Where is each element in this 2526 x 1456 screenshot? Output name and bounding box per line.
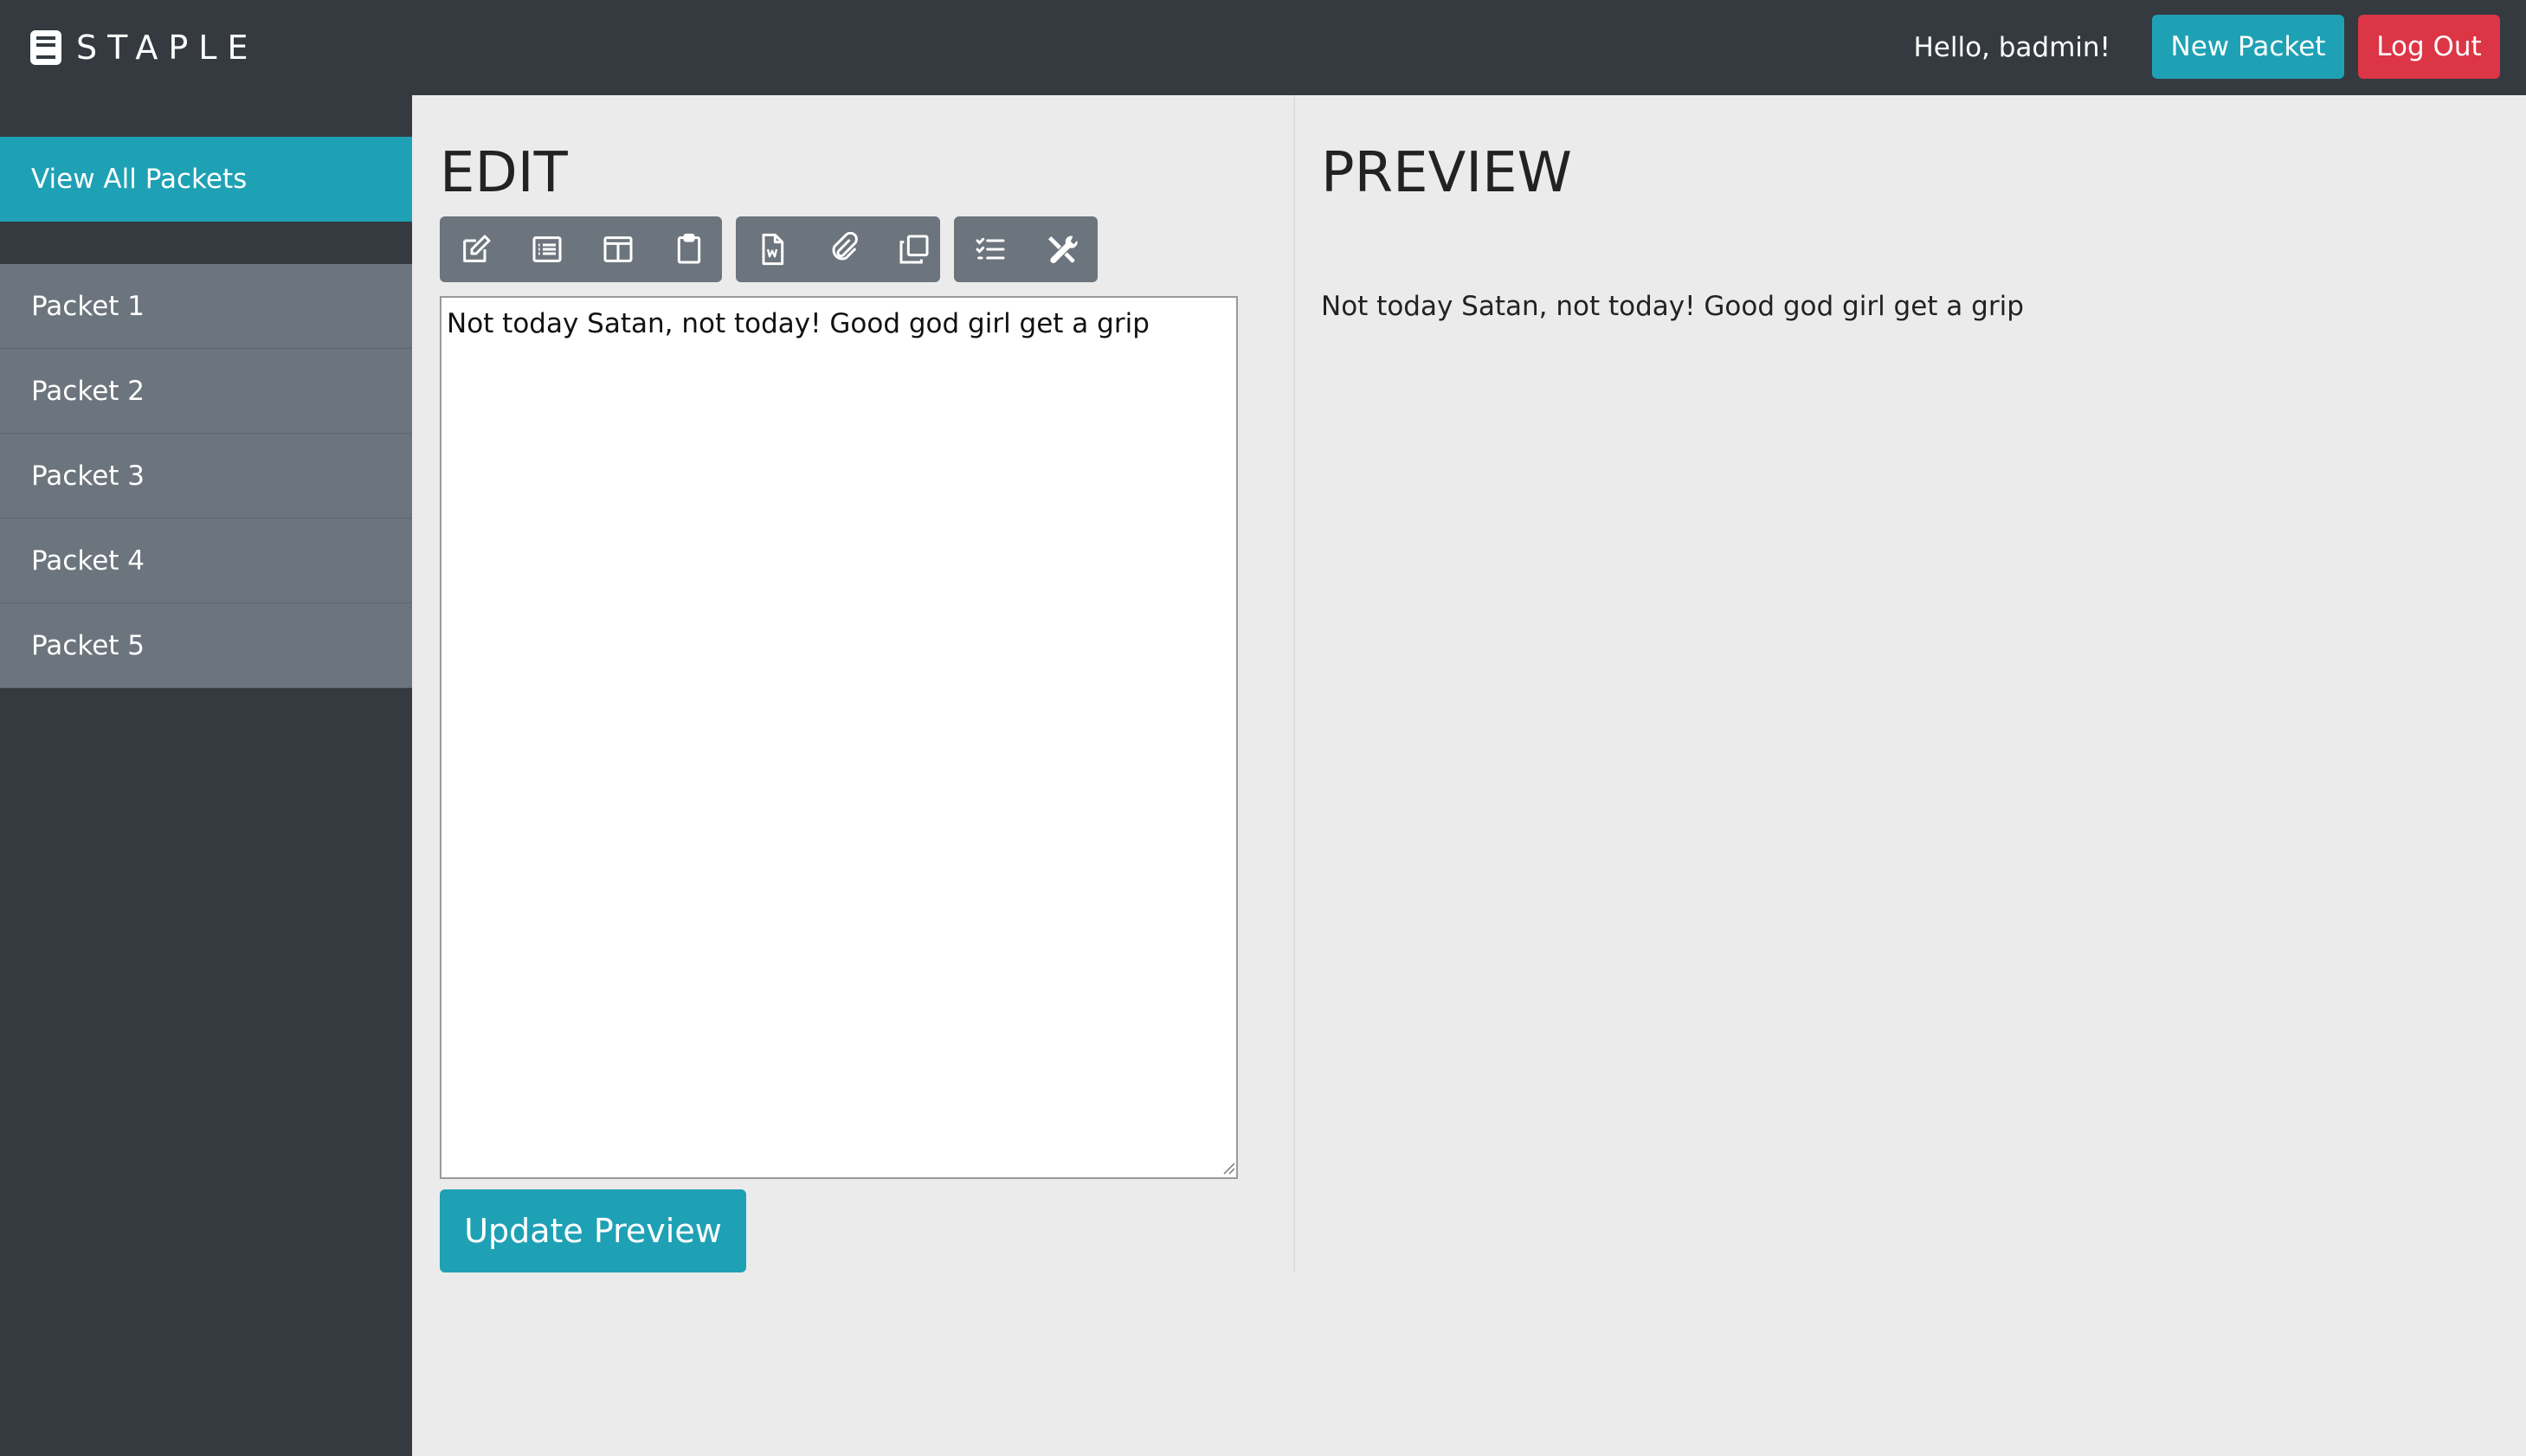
copy-icon[interactable] bbox=[895, 230, 933, 268]
brand-logo[interactable]: STAPLE bbox=[29, 26, 258, 69]
toolbar-group-files bbox=[736, 216, 940, 282]
checklist-icon[interactable] bbox=[971, 230, 1009, 268]
preview-content: Not today Satan, not today! Good god gir… bbox=[1321, 291, 2024, 322]
word-doc-icon[interactable] bbox=[753, 230, 791, 268]
edit-icon[interactable] bbox=[457, 230, 495, 268]
book-icon bbox=[30, 30, 61, 65]
clipboard-icon[interactable] bbox=[670, 230, 708, 268]
sidebar-item-view-all-packets[interactable]: View All Packets bbox=[0, 137, 412, 222]
packet-list: Packet 1 Packet 2 Packet 3 Packet 4 Pack… bbox=[0, 264, 412, 688]
packet-content-editor[interactable]: Not today Satan, not today! Good god gir… bbox=[440, 296, 1238, 1179]
list-icon[interactable] bbox=[528, 230, 566, 268]
user-greeting: Hello, badmin! bbox=[1913, 32, 2110, 63]
sidebar-item-packet-3[interactable]: Packet 3 bbox=[0, 434, 412, 519]
toolbar-group-tools bbox=[954, 216, 1098, 282]
top-navbar: STAPLE Hello, badmin! New Packet Log Out bbox=[0, 0, 2526, 95]
new-packet-button[interactable]: New Packet bbox=[2152, 15, 2344, 79]
columns-icon[interactable] bbox=[599, 230, 637, 268]
sidebar-item-packet-5[interactable]: Packet 5 bbox=[0, 603, 412, 688]
brand-name: STAPLE bbox=[76, 29, 259, 67]
column-divider bbox=[1293, 95, 1295, 1272]
update-preview-button[interactable]: Update Preview bbox=[440, 1189, 746, 1272]
logout-button[interactable]: Log Out bbox=[2358, 15, 2500, 79]
sidebar: View All Packets Packet 1 Packet 2 Packe… bbox=[0, 95, 412, 1456]
resize-handle-icon[interactable] bbox=[1221, 1160, 1236, 1176]
sidebar-item-packet-4[interactable]: Packet 4 bbox=[0, 519, 412, 603]
toolbar-group-format bbox=[440, 216, 722, 282]
tools-icon[interactable] bbox=[1042, 230, 1080, 268]
sidebar-item-packet-2[interactable]: Packet 2 bbox=[0, 349, 412, 434]
sidebar-item-packet-1[interactable]: Packet 1 bbox=[0, 264, 412, 349]
edit-heading: EDIT bbox=[440, 141, 568, 205]
paperclip-icon[interactable] bbox=[824, 230, 862, 268]
preview-heading: PREVIEW bbox=[1321, 141, 1572, 205]
